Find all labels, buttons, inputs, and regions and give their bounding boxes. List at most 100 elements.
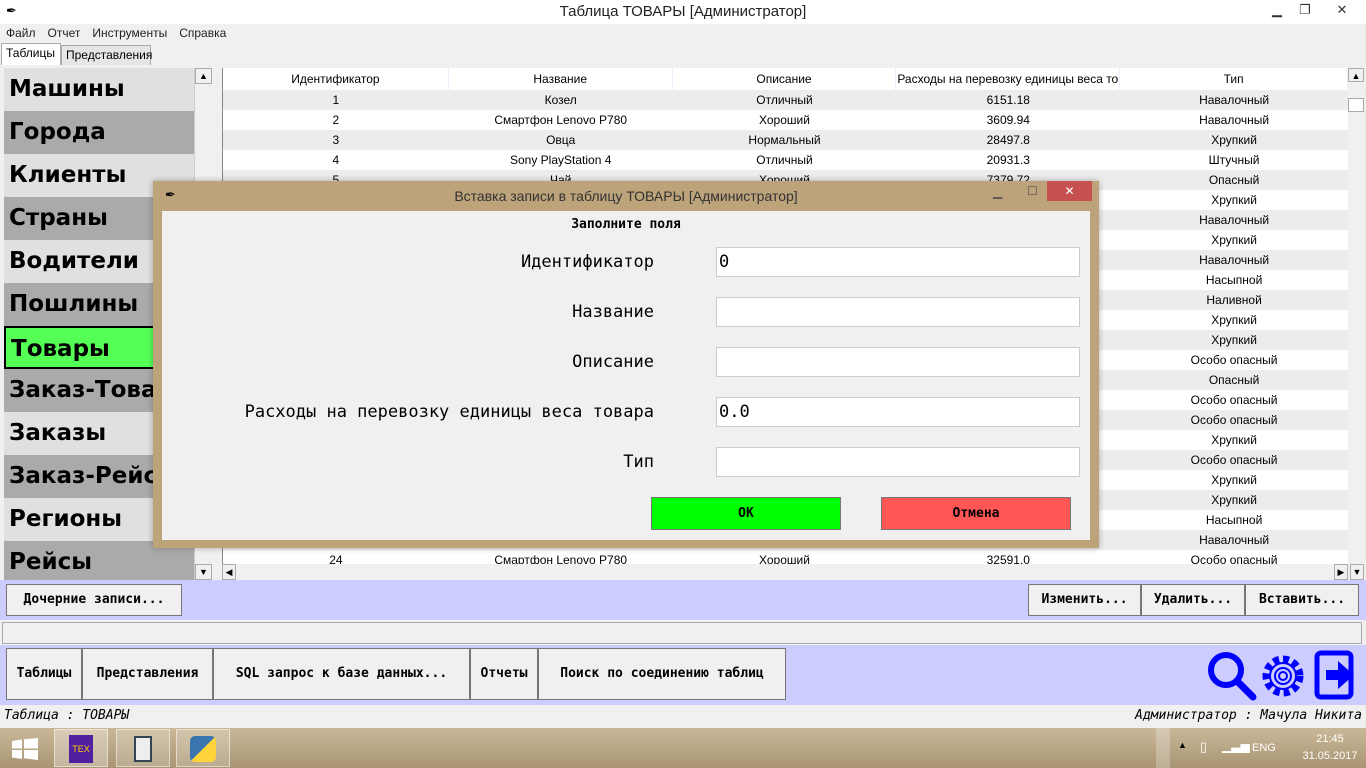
tables-button[interactable]: Таблицы [6,648,82,700]
table-horizontal-scrollbar[interactable]: ◀ ▶ ▼ [222,564,1364,580]
sidebar-item[interactable]: Машины [4,68,194,111]
table-cell: Особо опасный [1190,553,1278,564]
dialog-close-button[interactable]: ✕ [1047,181,1092,201]
battery-icon[interactable]: ▯ [1200,739,1207,755]
column-header[interactable]: Тип [1120,68,1348,90]
tray-expand-icon[interactable]: ▲ [1178,740,1187,750]
edit-button[interactable]: Изменить... [1028,584,1141,616]
delete-button[interactable]: Удалить... [1141,584,1245,616]
table-cell: Хрупкий [1211,233,1257,247]
column-header[interactable]: Описание [672,68,897,90]
views-button[interactable]: Представления [82,648,213,700]
table-cell: 28497.8 [986,133,1030,147]
name-input[interactable] [716,297,1080,327]
table-cell: Sony PlayStation 4 [509,153,612,167]
clock-date[interactable]: 31.05.2017 [1300,750,1360,762]
table-row[interactable]: 2 Смартфон Lenovo P780 Хороший 3609.94 Навал… [223,110,1348,130]
table-cell: Хрупкий [1211,493,1257,507]
field-label-description: Описание [572,352,654,372]
table-cell: Хрупкий [1211,193,1257,207]
field-label-name: Название [572,302,654,322]
scroll-right-icon[interactable]: ▶ [1334,564,1348,580]
description-input[interactable] [716,347,1080,377]
table-cell: Насыпной [1205,513,1263,527]
field-label-id: Идентификатор [520,252,654,272]
dialog-maximize-button[interactable]: ☐ [1027,184,1038,198]
type-input[interactable] [716,447,1080,477]
table-cell: Хрупкий [1211,313,1257,327]
table-row[interactable]: 3 Овца Нормальный 28497.8 Хрупкий [223,130,1348,150]
signal-icon[interactable]: ▁▃▅ [1222,739,1250,753]
tab-tables[interactable]: Таблицы [1,43,61,65]
sql-query-button[interactable]: SQL запрос к базе данных... [213,648,470,700]
table-cell: 2 [332,113,340,127]
table-cell: 1 [332,93,340,107]
clock-time[interactable]: 21:45 [1300,733,1360,745]
minimize-button[interactable]: ▁ [1262,0,1292,20]
table-cell: Особо опасный [1190,453,1278,467]
table-cell: Особо опасный [1190,393,1278,407]
table-row[interactable]: 24 Смартфон Lenovo P780 Хороший 32591.0 Особ… [223,550,1348,564]
column-header[interactable]: Расходы на перевозку единицы веса то [896,68,1121,90]
table-cell: Отличный [756,93,813,107]
table-cell: Смартфон Lenovo P780 [494,553,628,564]
table-row[interactable]: 4 Sony PlayStation 4 Отличный 20931.3 Штучны… [223,150,1348,170]
table-cell: Опасный [1208,173,1260,187]
maximize-button[interactable]: ❐ [1290,0,1320,20]
sidebar-item[interactable]: Города [4,111,194,154]
table-cell: Хороший [759,553,810,564]
tab-views[interactable]: Представления [61,45,152,65]
scroll-down-icon[interactable]: ▼ [1350,564,1364,580]
table-cell: Хрупкий [1211,133,1257,147]
table-cell: Овца [546,133,576,147]
table-row[interactable]: 1 Козел Отличный 6151.18 Навалочный [223,90,1348,110]
gear-icon[interactable] [1258,651,1308,701]
scroll-up-icon[interactable]: ▲ [1348,68,1364,82]
tex-icon: TEX [69,735,93,763]
menu-tools[interactable]: Инструменты [92,26,167,40]
cancel-button[interactable]: Отмена [881,497,1071,530]
cost-input[interactable]: 0.0 [716,397,1080,427]
language-indicator[interactable]: ENG [1252,742,1276,754]
table-cell: 20931.3 [986,153,1030,167]
taskbar-tex-app[interactable]: TEX [54,729,108,767]
taskbar-python-app[interactable] [176,729,230,767]
window-title: Таблица ТОВАРЫ [Администратор] [559,3,807,20]
scroll-up-icon[interactable]: ▲ [195,68,212,84]
column-header[interactable]: Название [448,68,673,90]
field-label-type: Тип [623,452,654,472]
scroll-thumb[interactable] [1348,98,1364,112]
table-cell: 32591.0 [986,553,1030,564]
table-cell: Нормальный [748,133,821,147]
close-button[interactable]: ✕ [1318,0,1366,20]
dialog-minimize-button[interactable]: ▁ [993,185,1002,199]
taskbar: TEX ▲ ▯ ▁▃▅ ENG 21:45 31.05.2017 [0,728,1366,768]
action-bar: Дочерние записи... Изменить... Удалить..… [0,580,1366,620]
bottom-toolbar: Таблицы Представления SQL запрос к базе … [0,645,1366,705]
column-header[interactable]: Идентификатор [223,68,449,90]
scroll-left-icon[interactable]: ◀ [222,564,236,580]
taskbar-scroll[interactable] [1156,728,1170,768]
taskbar-file-app[interactable] [116,729,170,767]
reports-button[interactable]: Отчеты [470,648,538,700]
table-cell: Козел [544,93,577,107]
menu-help[interactable]: Справка [179,26,226,40]
ok-button[interactable]: OK [651,497,841,530]
table-cell: Навалочный [1199,533,1270,547]
insert-button[interactable]: Вставить... [1245,584,1359,616]
scroll-down-icon[interactable]: ▼ [195,564,212,580]
table-cell: Опасный [1208,373,1260,387]
menu-file[interactable]: Файл [6,26,36,40]
search-icon[interactable] [1204,649,1258,701]
table-vertical-scrollbar[interactable]: ▲ [1348,68,1364,564]
table-cell: Навалочный [1199,113,1270,127]
menu-report[interactable]: Отчет [48,26,81,40]
join-search-button[interactable]: Поиск по соединению таблиц [538,648,786,700]
info-field [2,622,1362,644]
exit-icon[interactable] [1314,650,1360,700]
child-records-button[interactable]: Дочерние записи... [6,584,182,616]
windows-start-icon[interactable] [12,738,38,760]
id-input[interactable]: 0 [716,247,1080,277]
table-cell: Особо опасный [1190,353,1278,367]
table-cell: Навалочный [1199,93,1270,107]
